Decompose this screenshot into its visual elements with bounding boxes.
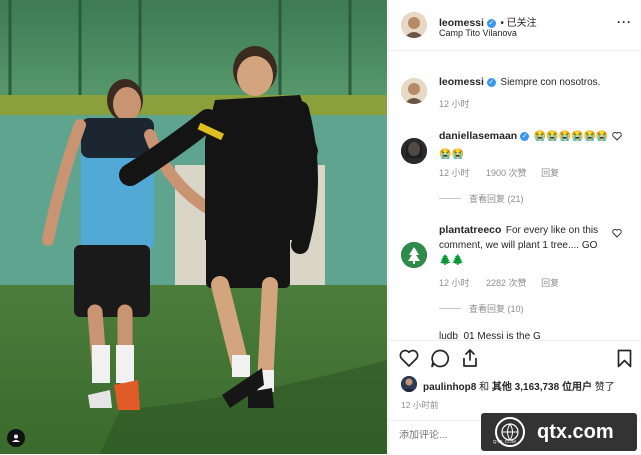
add-comment-input[interactable] <box>399 430 479 441</box>
watermark-site: qtx.com <box>537 420 614 443</box>
post-timestamp[interactable]: 12 小时前 <box>401 399 438 411</box>
verified-badge-icon: ✓ <box>486 78 496 87</box>
view-replies-button[interactable]: 查看回复 (10) <box>439 302 524 315</box>
comment-meta: 12 小时 1900 次赞 回复 <box>439 166 559 179</box>
partial-comment: ludb_01 Messi is the G <box>439 331 541 340</box>
comment-meta: 12 小时 2282 次赞 回复 <box>439 276 559 289</box>
comment-likes[interactable]: 1900 次赞 <box>486 168 527 178</box>
comment-likes[interactable]: 2282 次赞 <box>486 278 527 288</box>
liker-avatar[interactable] <box>401 376 417 392</box>
photo-illustration <box>0 0 387 454</box>
likes-connector: 和 <box>476 382 492 393</box>
site-watermark: QTX.COM qtx.com <box>481 413 637 451</box>
like-heart-icon[interactable] <box>399 349 419 367</box>
comment-item: daniellasemaan ✓ 😭😭😭😭😭😭😭😭 <box>439 126 619 162</box>
caption: leomessi ✓ Siempre con nosotros. <box>439 72 629 90</box>
comment-like-icon[interactable] <box>612 228 622 238</box>
view-replies-label: 查看回复 (21) <box>469 194 524 204</box>
reply-divider <box>439 308 461 309</box>
comment-bubble-icon[interactable] <box>430 349 450 368</box>
author-avatar[interactable] <box>401 12 427 38</box>
caption-time[interactable]: 12 小时 <box>439 97 470 110</box>
caption-avatar[interactable] <box>401 78 427 104</box>
comment-author[interactable]: daniellasemaan <box>439 130 517 142</box>
post-actions: paulinhop8 和 其他 3,163,738 位用户 赞了 12 小时前 <box>389 340 641 421</box>
comment-avatar[interactable] <box>401 242 427 268</box>
view-replies-label: 查看回复 (10) <box>469 304 524 314</box>
share-icon[interactable] <box>461 348 479 368</box>
likes-suffix: 赞了 <box>591 382 615 393</box>
more-options-icon[interactable]: ··· <box>617 15 632 29</box>
likes-summary: paulinhop8 和 其他 3,163,738 位用户 赞了 <box>423 378 615 393</box>
verified-badge-icon: ✓ <box>486 19 496 28</box>
post-photo[interactable] <box>0 0 387 454</box>
reply-button[interactable]: 回复 <box>541 168 559 178</box>
comment-author[interactable]: plantatreeco <box>439 224 501 236</box>
likes-others[interactable]: 其他 3,163,738 位用户 <box>492 382 592 393</box>
view-replies-button[interactable]: 查看回复 (21) <box>439 192 524 205</box>
comment-avatar[interactable] <box>401 138 427 164</box>
comment-like-icon[interactable] <box>612 131 622 141</box>
reply-button[interactable]: 回复 <box>541 278 559 288</box>
liker-username[interactable]: paulinhop8 <box>423 382 476 393</box>
caption-text: Siempre con nosotros. <box>500 77 601 88</box>
bookmark-icon[interactable] <box>617 349 632 368</box>
reply-divider <box>439 198 461 199</box>
watermark-logo-text: QTX.COM <box>493 439 517 444</box>
comment-time[interactable]: 12 小时 <box>439 278 470 288</box>
caption-author[interactable]: leomessi <box>439 76 484 88</box>
post-header: leomessi ✓ • 已关注 Camp Tito Vilanova ··· <box>389 0 641 51</box>
post-location[interactable]: Camp Tito Vilanova <box>439 28 517 38</box>
comment-item: plantatreeco For every like on this comm… <box>439 222 599 267</box>
verified-badge-icon: ✓ <box>520 132 530 141</box>
tagged-user-icon[interactable] <box>7 429 25 447</box>
post-side-panel: leomessi ✓ • 已关注 Camp Tito Vilanova ··· l… <box>388 0 641 454</box>
comment-time[interactable]: 12 小时 <box>439 168 470 178</box>
